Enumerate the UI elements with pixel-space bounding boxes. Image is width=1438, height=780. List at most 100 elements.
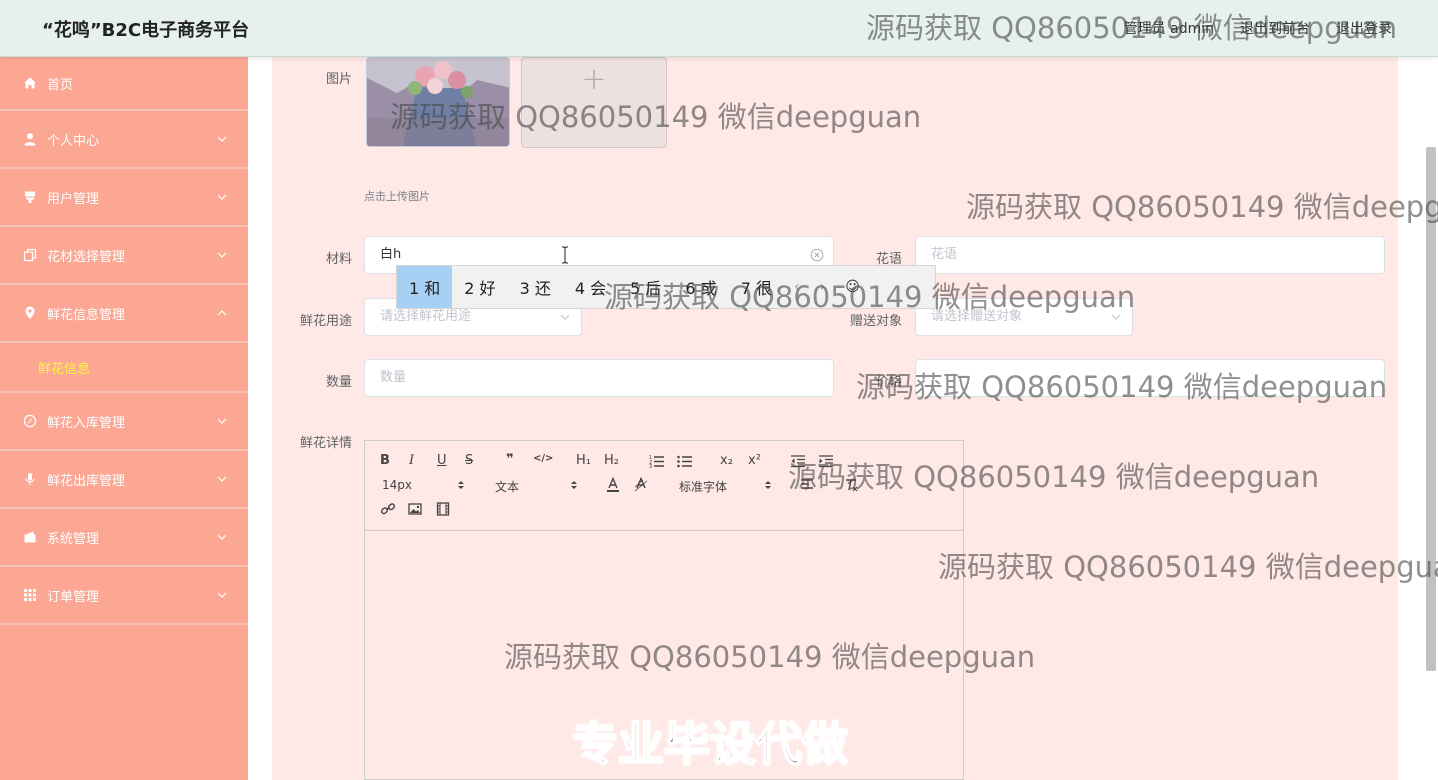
front-site-link[interactable]: 退出到前台 [1240, 18, 1310, 38]
font-family-arrows-icon [765, 481, 771, 489]
image-label: 图片 [325, 72, 352, 87]
ime-candidate[interactable]: 1 和 [397, 266, 453, 308]
font-size-select[interactable]: 14px [382, 478, 412, 492]
submenu-flower-info[interactable]: 鲜花信息 [0, 343, 248, 393]
header-links: 管理员 admin 退出到前台 退出登录 [1124, 18, 1392, 38]
flower-language-input[interactable]: 花语 [915, 236, 1385, 274]
ime-candidate[interactable]: 5 后 [618, 266, 673, 308]
sidebar-item-label: 订单管理 [47, 589, 100, 605]
ime-candidate[interactable]: 3 还 [508, 266, 563, 308]
bold-button[interactable]: B [380, 453, 390, 468]
background-color-icon[interactable] [634, 477, 648, 493]
chevron-down-icon [217, 194, 227, 200]
chevron-down-icon [217, 136, 227, 142]
recipient-placeholder: 请选择赠送对象 [931, 309, 1023, 324]
compass-icon [22, 413, 38, 429]
outdent-icon[interactable] [790, 454, 806, 468]
image-icon[interactable] [408, 502, 422, 516]
text-type-select[interactable]: 文本 [495, 478, 519, 495]
top-header: “花鸣”B2C电子商务平台 管理员 admin 退出到前台 退出登录 [0, 0, 1438, 57]
sidebar-item-label: 鲜花信息管理 [47, 307, 126, 323]
code-block-button[interactable]: </> [533, 453, 553, 464]
sidebar-item-profile[interactable]: 个人中心 [0, 111, 248, 169]
ordered-list-icon[interactable]: 123 [649, 454, 665, 468]
chevron-down-icon [217, 592, 227, 598]
location-icon [22, 305, 38, 321]
sidebar-item-label: 个人中心 [47, 133, 100, 149]
copy-icon [22, 247, 38, 263]
recipient-select[interactable]: 请选择赠送对象 [915, 298, 1133, 336]
superscript-button[interactable]: x² [748, 453, 761, 468]
wallet-icon [22, 529, 38, 545]
ime-prev-page-icon[interactable]: ‹ [784, 279, 810, 295]
header1-button[interactable]: H₁ [576, 453, 591, 468]
usage-placeholder: 请选择鲜花用途 [380, 309, 472, 324]
editor-toolbar: B I U S ❞ </> H₁ H₂ 123 x₂ x² 14px 文本 标准… [365, 441, 963, 531]
price-input[interactable] [915, 359, 1385, 397]
scrollbar-thumb[interactable] [1426, 147, 1436, 671]
text-cursor-icon [562, 246, 568, 264]
bullet-list-icon[interactable] [677, 454, 693, 468]
sidebar: 首页 个人中心 用户管理 花材选择管理 鲜花信息管理 鲜花信息 鲜花入库管理 鲜… [0, 57, 248, 780]
logout-link[interactable]: 退出登录 [1336, 18, 1392, 38]
home-icon [22, 75, 38, 91]
watermark-banner: 专业毕设代做 [571, 716, 849, 772]
underline-button[interactable]: U [437, 453, 447, 468]
ime-candidate[interactable]: 2 好 [452, 266, 507, 308]
quantity-placeholder: 数量 [380, 370, 407, 385]
strike-button[interactable]: S [465, 453, 473, 468]
chevron-down-icon [217, 534, 227, 540]
sidebar-item-stock-in[interactable]: 鲜花入库管理 [0, 393, 248, 451]
detail-label: 鲜花详情 [299, 436, 352, 451]
recipient-label: 赠送对象 [849, 314, 902, 329]
font-color-icon[interactable] [606, 477, 620, 493]
flower-language-placeholder: 花语 [931, 247, 958, 262]
chevron-down-icon [217, 418, 227, 424]
users-icon [22, 189, 38, 205]
sidebar-item-stock-out[interactable]: 鲜花出库管理 [0, 451, 248, 509]
sidebar-item-label: 用户管理 [47, 191, 100, 207]
sidebar-item-system[interactable]: 系统管理 [0, 509, 248, 567]
sidebar-item-users[interactable]: 用户管理 [0, 169, 248, 227]
ime-emoji-icon[interactable]: ☺ [835, 279, 870, 295]
text-type-arrows-icon [571, 481, 577, 489]
sidebar-item-label: 鲜花入库管理 [47, 415, 126, 431]
ime-next-page-icon[interactable]: › [810, 279, 836, 295]
link-icon[interactable] [380, 502, 396, 516]
chevron-down-icon [1111, 314, 1121, 320]
microphone-icon [22, 471, 38, 487]
quantity-label: 数量 [325, 375, 352, 390]
ime-candidate[interactable]: 7 很 [729, 266, 784, 308]
align-icon[interactable] [800, 478, 814, 492]
ime-candidate[interactable]: 4 会 [563, 266, 618, 308]
sidebar-item-flower-info[interactable]: 鲜花信息管理 [0, 285, 248, 343]
vertical-scrollbar[interactable] [1424, 147, 1438, 727]
italic-button[interactable]: I [409, 453, 414, 468]
brand-title: “花鸣”B2C电子商务平台 [42, 20, 250, 41]
usage-label: 鲜花用途 [299, 314, 352, 329]
ime-candidate[interactable]: 6 或 [673, 266, 728, 308]
upload-tip: 点击上传图片 [364, 190, 430, 203]
sidebar-item-materials[interactable]: 花材选择管理 [0, 227, 248, 285]
ime-candidate-bar: 1 和 2 好 3 还 4 会 5 后 6 或 7 很 ‹ › ☺ [396, 265, 936, 309]
subscript-button[interactable]: x₂ [720, 453, 733, 468]
chevron-up-icon [217, 310, 227, 316]
svg-text:3: 3 [649, 464, 652, 468]
flower-thumbnail[interactable] [366, 57, 510, 147]
sidebar-item-label: 花材选择管理 [47, 249, 126, 265]
clear-format-icon[interactable] [844, 478, 858, 492]
quantity-input[interactable]: 数量 [364, 359, 834, 397]
sidebar-item-orders[interactable]: 订单管理 [0, 567, 248, 625]
header2-button[interactable]: H₂ [604, 453, 619, 468]
grid-icon [22, 587, 38, 603]
sidebar-item-label: 系统管理 [47, 531, 100, 547]
video-icon[interactable] [436, 502, 450, 516]
chevron-down-icon [217, 476, 227, 482]
upload-button[interactable]: + [521, 57, 667, 148]
admin-user-label: 管理员 admin [1123, 21, 1214, 37]
blockquote-button[interactable]: ❞ [506, 452, 514, 467]
sidebar-item-label: 首页 [47, 77, 74, 93]
font-family-select[interactable]: 标准字体 [679, 478, 727, 495]
sidebar-item-home[interactable]: 首页 [0, 57, 248, 111]
indent-icon[interactable] [818, 454, 834, 468]
